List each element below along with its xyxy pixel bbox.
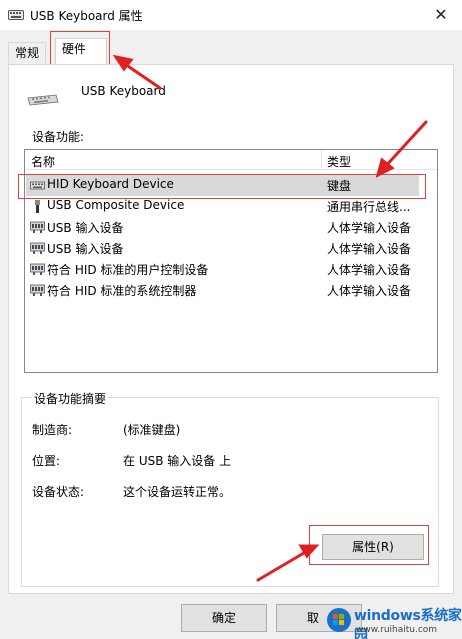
annotation-arrow-button	[256, 548, 311, 582]
watermark-site: www.ruihaitu.com	[356, 625, 438, 635]
annotation-arrows	[112, 54, 428, 582]
windows-logo-icon	[327, 608, 351, 632]
watermark: windows系统家园 www.ruihaitu.com	[322, 597, 462, 639]
annotation-arrow-row	[382, 120, 428, 170]
